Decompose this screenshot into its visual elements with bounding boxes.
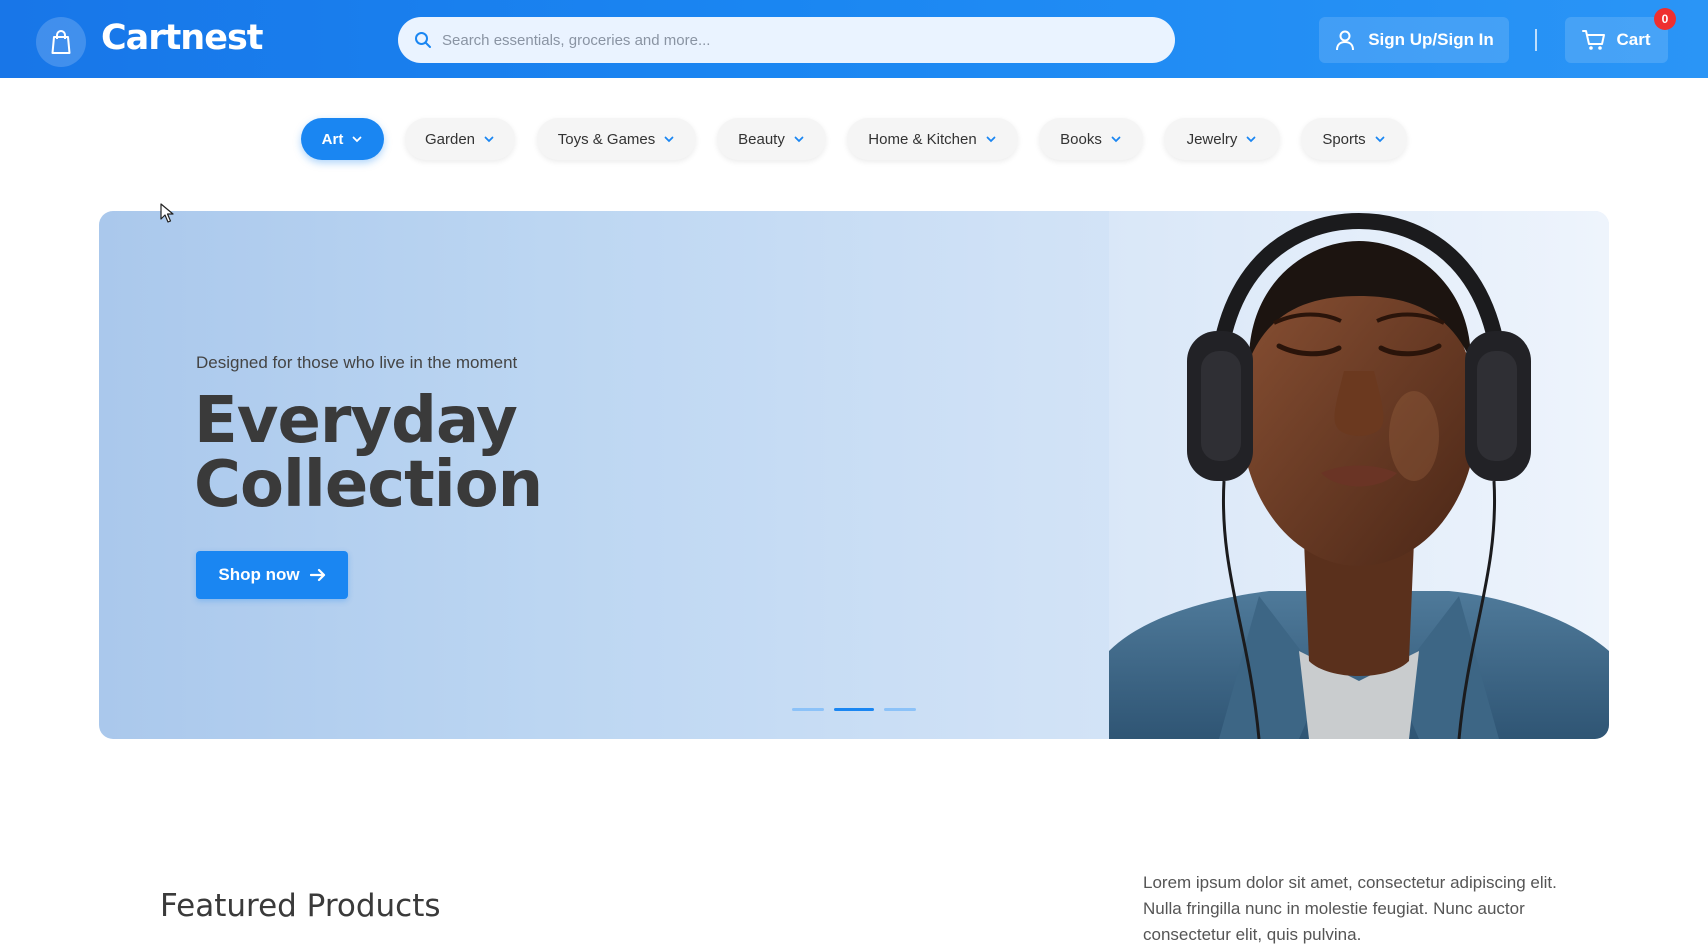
category-art[interactable]: Art (301, 118, 384, 160)
category-label: Books (1060, 130, 1102, 148)
shopping-bag-icon (51, 30, 71, 54)
chevron-down-icon (664, 136, 674, 143)
top-nav-bar: Cartnest Sign Up/Sign In Cart 0 (0, 0, 1708, 78)
category-label: Garden (424, 130, 476, 148)
mouse-cursor-icon (160, 203, 174, 223)
cart-label: Cart (1616, 30, 1651, 49)
featured-description: Lorem ipsum dolor sit amet, consectetur … (1143, 873, 1557, 944)
hero-person-image (1109, 211, 1609, 739)
category-toys-games[interactable]: Toys & Games (537, 118, 696, 160)
chevron-down-icon (794, 136, 804, 143)
carousel-dot-3[interactable] (884, 708, 916, 711)
signin-label: Sign Up/Sign In (1368, 30, 1494, 49)
chevron-down-icon (1375, 136, 1385, 143)
carousel-indicators (792, 708, 916, 712)
hero-title-line-2: Collection (194, 448, 543, 522)
shop-now-label: Shop now (218, 565, 300, 584)
hero-title-line-1: Everyday (194, 384, 518, 458)
category-label: Art (321, 130, 344, 148)
cart-button[interactable]: Cart (1565, 17, 1668, 63)
carousel-dot-1[interactable] (792, 708, 824, 711)
chevron-down-icon (1247, 136, 1256, 143)
brand-logo-text[interactable]: Cartnest (101, 18, 264, 58)
category-beauty[interactable]: Beauty (717, 118, 826, 160)
category-label: Home & Kitchen (868, 130, 977, 148)
logo-badge[interactable] (36, 17, 86, 67)
search-icon (412, 29, 434, 51)
hero-title: Everyday Collection (194, 389, 754, 517)
category-label: Beauty (738, 130, 785, 148)
category-home-kitchen[interactable]: Home & Kitchen (847, 118, 1018, 160)
chevron-down-icon (352, 136, 362, 143)
cart-icon (1582, 30, 1606, 50)
category-label: Toys & Games (557, 130, 656, 148)
category-garden[interactable]: Garden (405, 118, 515, 160)
category-books[interactable]: Books (1039, 118, 1143, 160)
hero-subtitle: Designed for those who live in the momen… (196, 353, 518, 372)
category-sports[interactable]: Sports (1301, 118, 1407, 160)
category-nav: Art Garden Toys & Games Beauty Home & Ki… (0, 118, 1708, 162)
search-bar[interactable] (398, 17, 1175, 63)
featured-products-title: Featured Products (160, 888, 441, 924)
category-jewelry[interactable]: Jewelry (1164, 118, 1280, 160)
signin-button[interactable]: Sign Up/Sign In (1319, 17, 1509, 63)
arrow-right-icon (309, 568, 325, 582)
cart-count-badge: 0 (1654, 8, 1676, 30)
chevron-down-icon (986, 136, 996, 143)
header-divider (1535, 29, 1537, 51)
category-label: Jewelry (1186, 130, 1238, 148)
shop-now-button[interactable]: Shop now (196, 551, 348, 599)
chevron-down-icon (1111, 136, 1121, 143)
chevron-down-icon (484, 136, 494, 143)
category-label: Sports (1322, 130, 1366, 148)
hero-banner: Designed for those who live in the momen… (99, 211, 1609, 739)
carousel-dot-2[interactable] (834, 708, 874, 711)
user-icon (1336, 30, 1355, 51)
search-input[interactable] (442, 20, 1142, 60)
